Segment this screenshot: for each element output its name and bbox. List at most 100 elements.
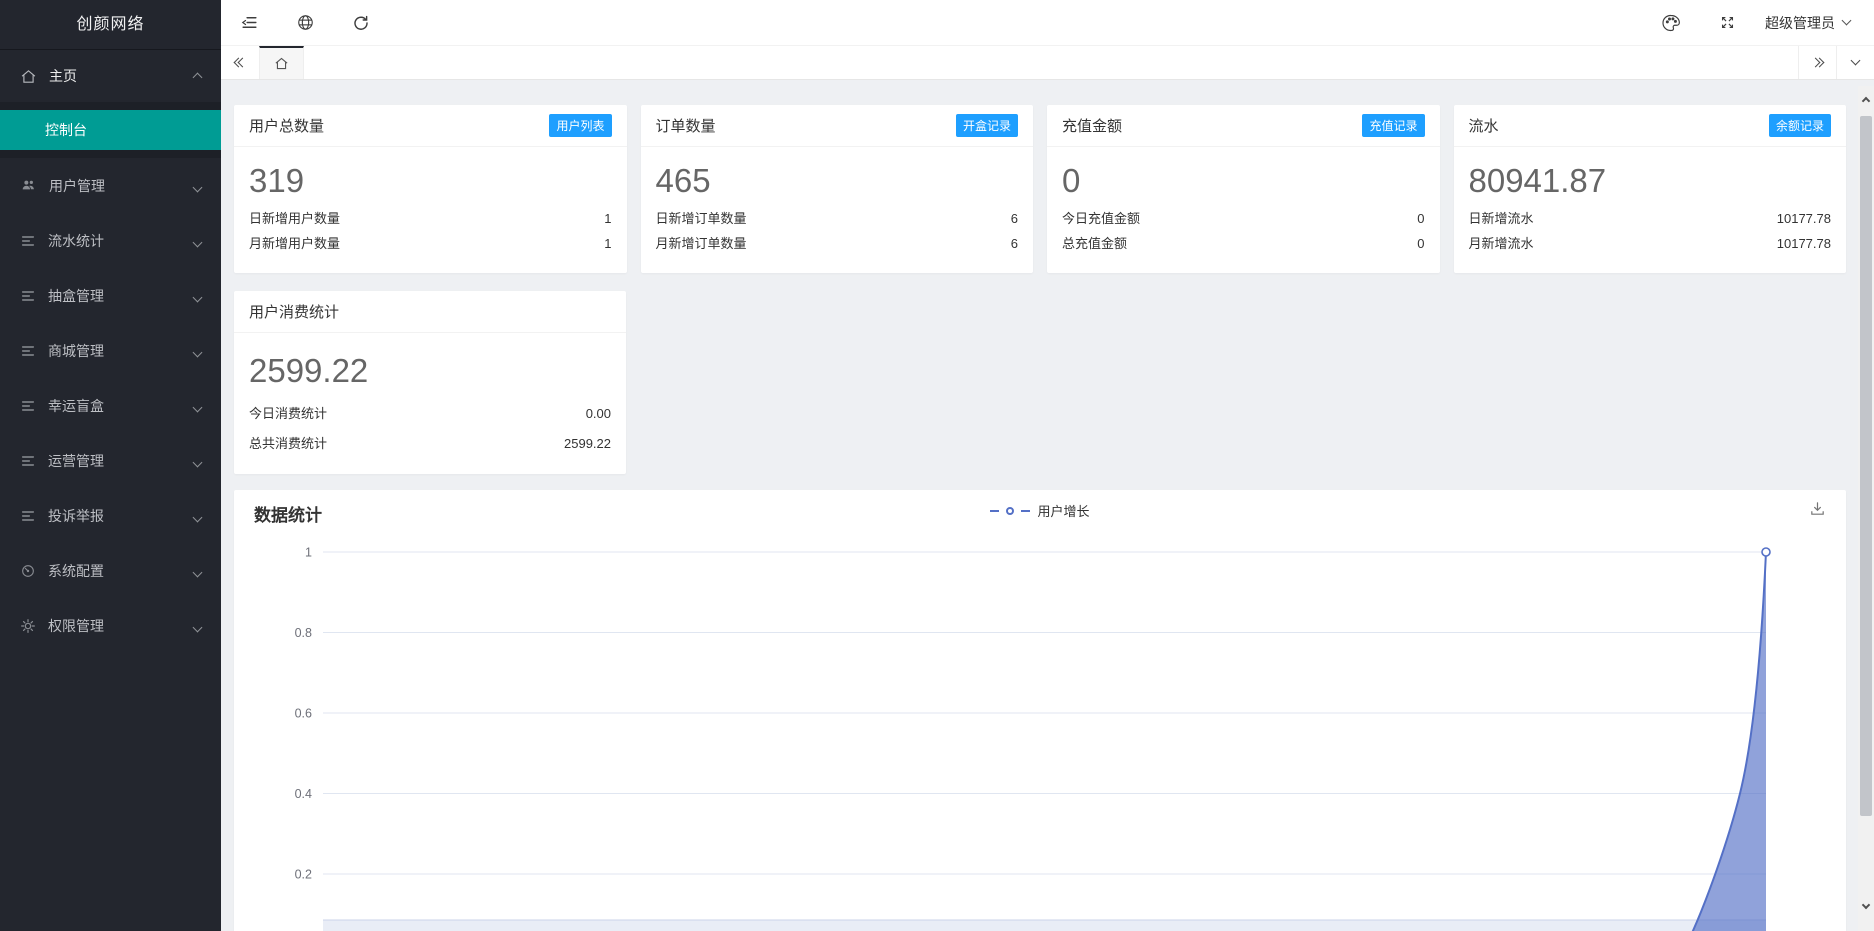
chevron-down-icon <box>194 453 201 469</box>
chart-legend[interactable]: 用户增长 <box>234 501 1846 520</box>
row-label: 日新增用户数量 <box>249 206 340 231</box>
refresh-icon[interactable] <box>333 0 389 46</box>
admin-dashboard: 创颜网络 主页 控制台 用户管理流水统计抽盒管理商城管理幸运盲盒运营管理投诉举报… <box>0 0 1874 931</box>
tab-home[interactable] <box>259 46 304 79</box>
card-badge-link[interactable]: 余额记录 <box>1769 114 1831 137</box>
legend-line-icon <box>1021 510 1030 512</box>
collapse-sidebar-icon[interactable] <box>221 0 277 46</box>
card-title: 订单数量 <box>656 115 716 136</box>
card-value: 2599.22 <box>234 333 626 399</box>
sidebar-item-label: 系统配置 <box>48 561 104 581</box>
sidebar-item-3[interactable]: 商城管理 <box>0 323 221 378</box>
card-value: 465 <box>641 147 1034 206</box>
scroll-up-icon[interactable] <box>1858 90 1874 108</box>
sidebar-item-label: 抽盒管理 <box>48 286 104 306</box>
card-row: 日新增订单数量6 <box>656 206 1019 231</box>
topbar: 超级管理员 <box>221 0 1874 46</box>
stat-card-2: 充值金额充值记录0今日充值金额0总充值金额0 <box>1047 105 1440 273</box>
card-title: 用户总数量 <box>249 115 324 136</box>
row-label: 总充值金额 <box>1062 231 1127 256</box>
card-badge-link[interactable]: 开盒记录 <box>956 114 1018 137</box>
row-label: 今日充值金额 <box>1062 206 1140 231</box>
row-label: 今日消费统计 <box>249 399 327 429</box>
sidebar-item-console[interactable]: 控制台 <box>0 110 221 150</box>
row-label: 总共消费统计 <box>249 429 327 459</box>
sidebar-item-6[interactable]: 投诉举报 <box>0 488 221 543</box>
scroll-down-icon[interactable] <box>1858 898 1874 916</box>
tabs-scroll-right-icon[interactable] <box>1798 46 1836 79</box>
chart-data-point[interactable] <box>1762 548 1770 556</box>
sidebar-item-home[interactable]: 主页 <box>0 50 221 102</box>
chevron-down-icon <box>194 563 201 579</box>
home-icon <box>274 56 289 71</box>
sidebar-item-0[interactable]: 用户管理 <box>0 158 221 213</box>
sidebar-item-8[interactable]: 权限管理 <box>0 598 221 653</box>
content: 用户总数量用户列表319日新增用户数量1月新增用户数量1订单数量开盒记录465日… <box>221 80 1874 931</box>
sidebar-item-label: 用户管理 <box>49 176 105 196</box>
card-row: 总充值金额 0 <box>1062 231 1425 256</box>
chart-datazoom-strip[interactable] <box>323 920 1766 931</box>
card-value: 0 <box>1047 147 1440 206</box>
users-icon <box>20 177 37 194</box>
row-value: 2599.22 <box>564 429 611 459</box>
card-rows: 日新增用户数量1月新增用户数量1 <box>234 206 627 256</box>
card-row: 总共消费统计 2599.22 <box>249 429 611 459</box>
chevron-down-icon <box>194 178 201 194</box>
card-badge-link[interactable]: 充值记录 <box>1362 114 1424 137</box>
sidebar-item-label: 商城管理 <box>48 341 104 361</box>
card-badge-link[interactable]: 用户列表 <box>549 114 611 137</box>
row-value: 6 <box>1011 231 1018 256</box>
card-title: 充值金额 <box>1062 115 1122 136</box>
card-row: 今日消费统计 0.00 <box>249 399 611 429</box>
chevron-up-icon <box>194 68 201 84</box>
card-title: 流水 <box>1469 115 1499 136</box>
y-axis-tick-label: 0.8 <box>295 626 312 640</box>
y-axis-tick-label: 0.4 <box>295 787 312 801</box>
list-icon <box>20 343 36 359</box>
card-header: 充值金额 充值记录 <box>1047 105 1440 147</box>
card-rows: 日新增流水10177.78月新增流水10177.78 <box>1454 206 1847 256</box>
sidebar-item-7[interactable]: 系统配置 <box>0 543 221 598</box>
row-value: 1 <box>604 231 611 256</box>
palette-icon[interactable] <box>1643 0 1699 46</box>
user-menu[interactable]: 超级管理员 <box>1755 13 1860 33</box>
list-icon <box>20 233 36 249</box>
row-value: 1 <box>604 206 611 231</box>
chevron-down-icon <box>194 618 201 634</box>
list-icon <box>20 508 36 524</box>
chevron-down-icon <box>194 233 201 249</box>
tabs-scroll-left-icon[interactable] <box>221 46 259 79</box>
home-submenu: 控制台 <box>0 102 221 158</box>
row-value: 6 <box>1011 206 1018 231</box>
list-icon <box>20 398 36 414</box>
card-header: 用户总数量 用户列表 <box>234 105 627 147</box>
download-chart-icon[interactable] <box>1809 500 1826 517</box>
sidebar-item-label: 幸运盲盒 <box>48 396 104 416</box>
y-axis-tick-label: 0.6 <box>295 707 312 721</box>
card-row: 月新增订单数量6 <box>656 231 1019 256</box>
main-area: 超级管理员 用户总数量用户列表31 <box>221 0 1874 931</box>
topbar-right: 超级管理员 <box>1643 0 1874 46</box>
sidebar-item-1[interactable]: 流水统计 <box>0 213 221 268</box>
sidebar-item-4[interactable]: 幸运盲盒 <box>0 378 221 433</box>
card-header: 流水 余额记录 <box>1454 105 1847 147</box>
tabs-menu-icon[interactable] <box>1836 46 1874 79</box>
chevron-down-icon <box>194 288 201 304</box>
list-icon <box>20 288 36 304</box>
brand-logo: 创颜网络 <box>0 0 221 50</box>
card-title: 用户消费统计 <box>249 301 339 322</box>
card-row: 今日充值金额 0 <box>1062 206 1425 231</box>
row-value: 0 <box>1417 231 1424 256</box>
sidebar-item-5[interactable]: 运营管理 <box>0 433 221 488</box>
vertical-scrollbar[interactable] <box>1858 86 1874 931</box>
sidebar-item-2[interactable]: 抽盒管理 <box>0 268 221 323</box>
sidebar-menu: 用户管理流水统计抽盒管理商城管理幸运盲盒运营管理投诉举报系统配置权限管理 <box>0 158 221 653</box>
globe-icon[interactable] <box>277 0 333 46</box>
legend-marker-icon <box>1006 507 1014 515</box>
scrollbar-thumb[interactable] <box>1860 116 1872 816</box>
row-value: 0 <box>1417 206 1424 231</box>
line-chart: 10.80.60.40.2 <box>234 490 1846 931</box>
row-value: 10177.78 <box>1777 231 1831 256</box>
row-value: 0.00 <box>586 399 611 429</box>
fullscreen-icon[interactable] <box>1699 0 1755 46</box>
